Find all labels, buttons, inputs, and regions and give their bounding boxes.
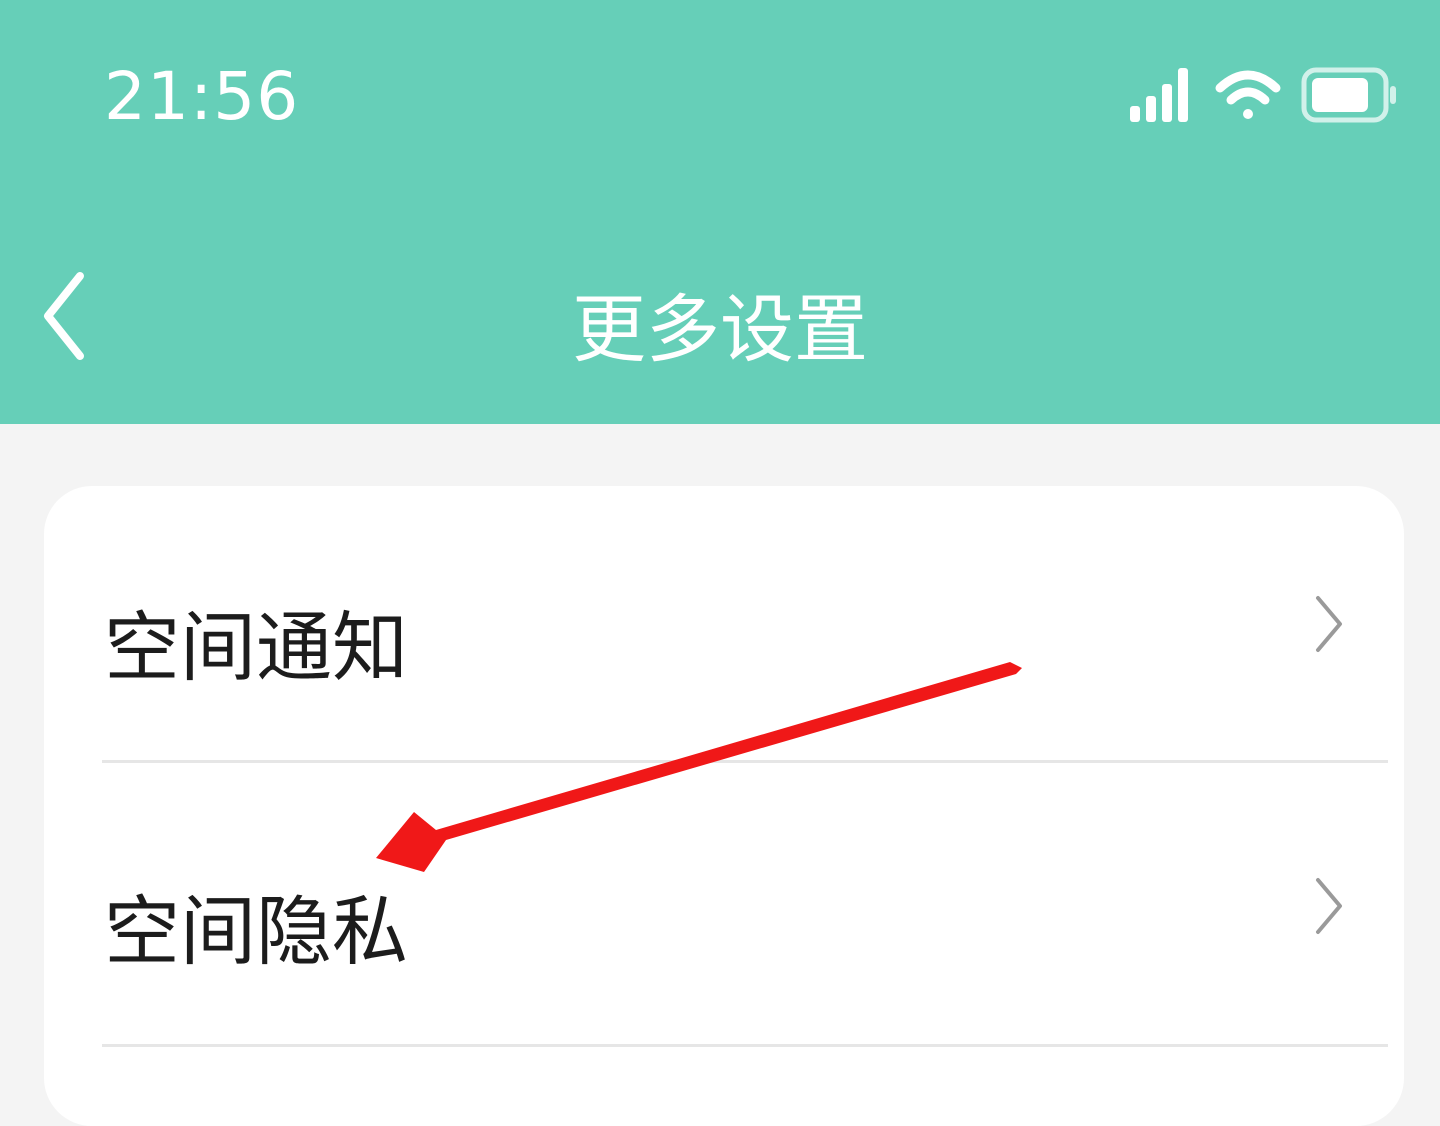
chevron-right-icon [1316,596,1342,652]
divider [102,760,1388,763]
page-title: 更多设置 [572,287,868,373]
settings-item-space-privacy[interactable]: 空间隐私 [44,764,1404,1044]
chevron-right-icon [1316,878,1342,934]
settings-item-space-notification[interactable]: 空间通知 [44,486,1404,766]
divider [102,1044,1388,1047]
settings-item-label: 空间隐私 [104,887,408,976]
back-button[interactable] [36,268,96,364]
settings-item-label: 空间通知 [104,603,408,692]
status-icons [1130,67,1396,123]
wifi-icon [1215,70,1281,119]
chevron-left-icon [44,272,84,360]
signal-icon [1130,68,1188,122]
status-time: 21:56 [104,58,300,135]
settings-card: 空间通知 空间隐私 [44,486,1404,1126]
battery-icon [1301,67,1396,123]
header-bar: 21:56 更多设置 [0,0,1440,424]
